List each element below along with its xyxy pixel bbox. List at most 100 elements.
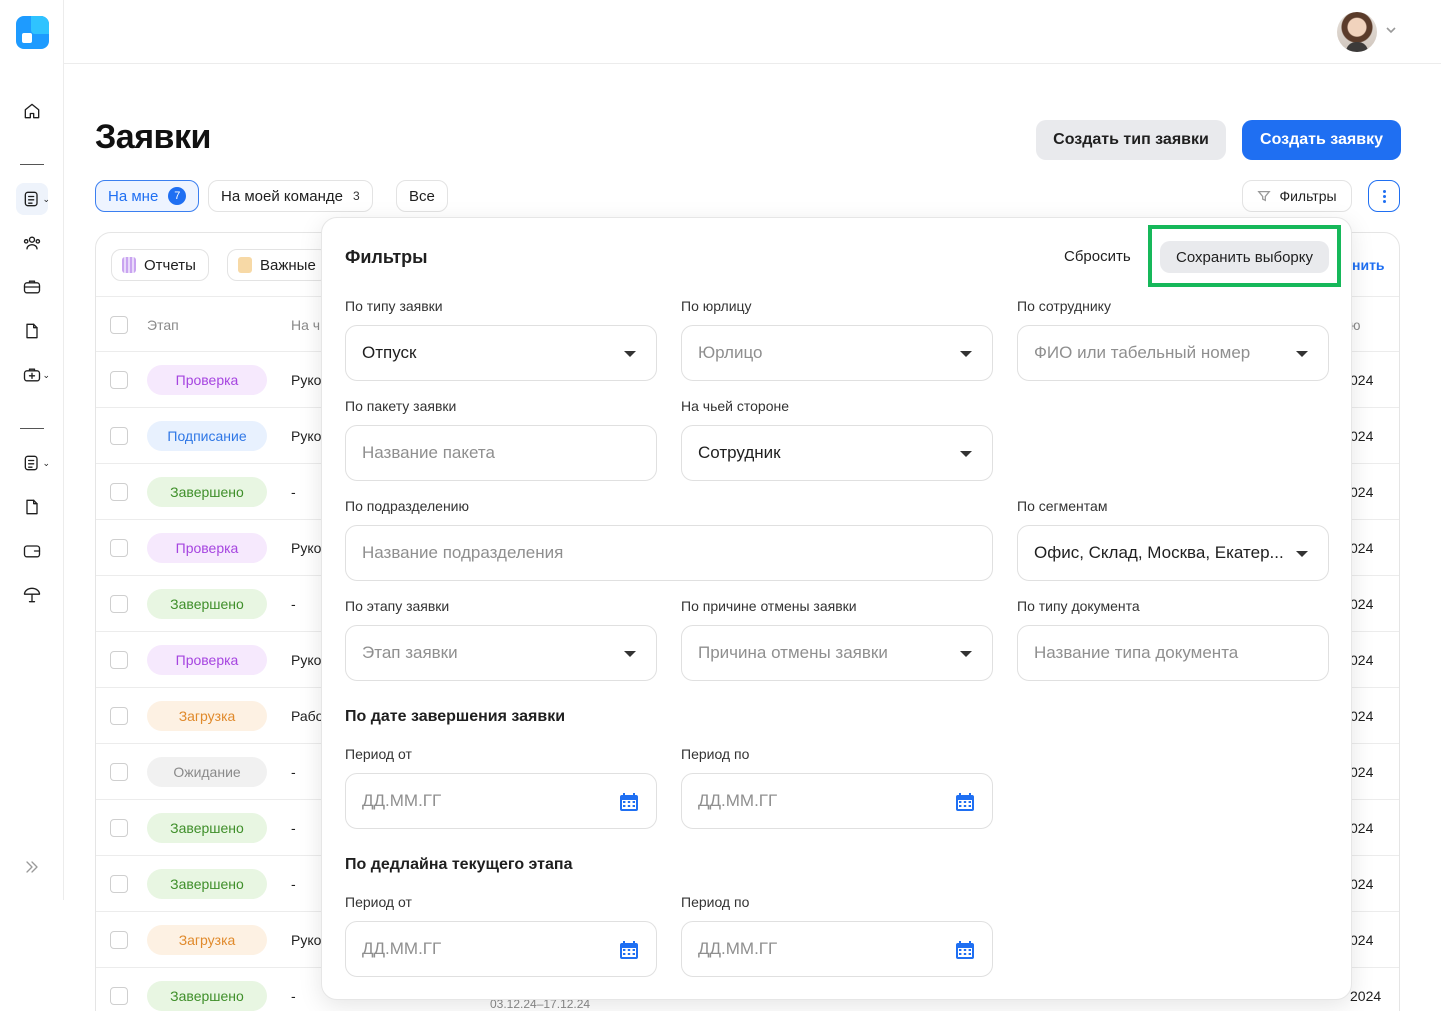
row-assignee: Руко bbox=[291, 932, 322, 948]
deadline-to-label: Период по bbox=[681, 894, 750, 910]
row-assignee: Руко bbox=[291, 372, 322, 388]
stage-select[interactable]: Этап заявки bbox=[345, 625, 657, 681]
request-type-select[interactable]: Отпуск bbox=[345, 325, 657, 381]
tab-all[interactable]: Все bbox=[396, 180, 448, 212]
filters-button[interactable]: Фильтры bbox=[1242, 180, 1352, 212]
employee-select[interactable]: ФИО или табельный номер bbox=[1017, 325, 1329, 381]
create-request-type-button[interactable]: Создать тип заявки bbox=[1036, 120, 1226, 160]
row-checkbox[interactable] bbox=[110, 539, 128, 557]
app-logo[interactable] bbox=[16, 16, 49, 49]
select-placeholder: Юрлицо bbox=[698, 343, 763, 362]
wallet-icon[interactable] bbox=[16, 535, 48, 567]
completion-to-date-input[interactable]: ДД.ММ.ГГ bbox=[681, 773, 993, 829]
more-options-icon[interactable] bbox=[1368, 180, 1400, 212]
expand-sidebar-icon[interactable] bbox=[16, 851, 48, 883]
calendar-icon[interactable] bbox=[618, 791, 640, 813]
bookmark-icon bbox=[238, 257, 252, 273]
team-icon[interactable] bbox=[16, 227, 48, 259]
stage-badge: Ожидание bbox=[147, 757, 267, 787]
dropdown-caret-icon bbox=[624, 351, 636, 357]
row-date: 024 bbox=[1350, 428, 1374, 444]
tab-on-me[interactable]: На мне 7 bbox=[95, 180, 200, 212]
segments-select[interactable]: Офис, Склад, Москва, Екатер... bbox=[1017, 525, 1329, 581]
row-assignee: Рабо bbox=[291, 708, 324, 724]
sidebar-divider bbox=[20, 164, 44, 165]
doc-type-input[interactable]: Название типа документа bbox=[1017, 625, 1329, 681]
deadline-to-date-input[interactable]: ДД.ММ.ГГ bbox=[681, 921, 993, 977]
legal-entity-select[interactable]: Юрлицо bbox=[681, 325, 993, 381]
stage-badge: Загрузка bbox=[147, 925, 267, 955]
home-icon[interactable] bbox=[16, 95, 48, 127]
row-date: 024 bbox=[1350, 540, 1374, 556]
calendar-icon[interactable] bbox=[618, 939, 640, 961]
row-date: 024 bbox=[1350, 652, 1374, 668]
chevron-down-icon[interactable] bbox=[1383, 22, 1399, 38]
stage-badge: Завершено bbox=[147, 477, 267, 507]
tab-label: На моей команде bbox=[221, 187, 343, 205]
reports-icon bbox=[122, 257, 136, 273]
file-icon[interactable] bbox=[16, 491, 48, 523]
row-checkbox[interactable] bbox=[110, 595, 128, 613]
row-date: 2024 bbox=[1350, 988, 1382, 1004]
filter-label-doc-type: По типу документа bbox=[1017, 598, 1140, 614]
stage-badge: Завершено bbox=[147, 869, 267, 899]
row-assignee: - bbox=[291, 876, 296, 892]
select-all-checkbox[interactable] bbox=[110, 316, 128, 334]
filter-label-type: По типу заявки bbox=[345, 298, 443, 314]
package-input[interactable]: Название пакета bbox=[345, 425, 657, 481]
chevron-down-icon: ⌄ bbox=[42, 458, 50, 468]
dropdown-caret-icon bbox=[624, 651, 636, 657]
input-placeholder: ДД.ММ.ГГ bbox=[362, 791, 442, 810]
row-checkbox[interactable] bbox=[110, 427, 128, 445]
dropdown-caret-icon bbox=[1296, 551, 1308, 557]
stage-badge: Завершено bbox=[147, 981, 267, 1011]
input-placeholder: ДД.ММ.ГГ bbox=[698, 791, 778, 810]
filters-button-label: Фильтры bbox=[1279, 188, 1337, 204]
filter-label-legal: По юрлицу bbox=[681, 298, 752, 314]
department-input[interactable]: Название подразделения bbox=[345, 525, 993, 581]
document-icon[interactable] bbox=[16, 315, 48, 347]
side-select[interactable]: Сотрудник bbox=[681, 425, 993, 481]
vacation-umbrella-icon[interactable] bbox=[16, 579, 48, 611]
cancel-reason-select[interactable]: Причина отмены заявки bbox=[681, 625, 993, 681]
row-checkbox[interactable] bbox=[110, 819, 128, 837]
row-checkbox[interactable] bbox=[110, 371, 128, 389]
briefcase-icon[interactable] bbox=[16, 271, 48, 303]
reset-filters-button[interactable]: Сбросить bbox=[1064, 248, 1131, 265]
medical-case-icon[interactable]: ⌄ bbox=[16, 359, 50, 391]
dropdown-caret-icon bbox=[960, 351, 972, 357]
row-checkbox[interactable] bbox=[110, 707, 128, 725]
row-checkbox[interactable] bbox=[110, 483, 128, 501]
filter-label-employee: По сотруднику bbox=[1017, 298, 1111, 314]
select-placeholder: ФИО или табельный номер bbox=[1034, 343, 1251, 362]
deadline-from-label: Период от bbox=[345, 894, 412, 910]
input-placeholder: ДД.ММ.ГГ bbox=[698, 939, 778, 958]
chip-important[interactable]: Важные bbox=[227, 249, 329, 281]
row-checkbox[interactable] bbox=[110, 987, 128, 1005]
completion-from-date-input[interactable]: ДД.ММ.ГГ bbox=[345, 773, 657, 829]
chip-reports[interactable]: Отчеты bbox=[111, 249, 209, 281]
filter-label-stage: По этапу заявки bbox=[345, 598, 450, 614]
sidebar: ⌄ ⌄ ⌄ bbox=[0, 0, 64, 900]
row-checkbox[interactable] bbox=[110, 763, 128, 781]
input-placeholder: ДД.ММ.ГГ bbox=[362, 939, 442, 958]
calendar-icon[interactable] bbox=[954, 791, 976, 813]
completion-from-label: Период от bbox=[345, 746, 412, 762]
row-date: 024 bbox=[1350, 372, 1374, 388]
tab-label: На мне bbox=[108, 187, 159, 205]
user-avatar[interactable] bbox=[1337, 12, 1377, 52]
row-checkbox[interactable] bbox=[110, 651, 128, 669]
requests-list-icon[interactable]: ⌄ bbox=[16, 183, 50, 215]
filters-panel: Фильтры Сбросить Сохранить выборку По ти… bbox=[321, 217, 1352, 1000]
tab-my-team[interactable]: На моей команде 3 bbox=[208, 180, 373, 212]
column-header-stage: Этап bbox=[147, 317, 179, 333]
card-action-link[interactable]: нить bbox=[1352, 257, 1385, 273]
deadline-from-date-input[interactable]: ДД.ММ.ГГ bbox=[345, 921, 657, 977]
calendar-icon[interactable] bbox=[954, 939, 976, 961]
row-checkbox[interactable] bbox=[110, 931, 128, 949]
row-checkbox[interactable] bbox=[110, 875, 128, 893]
list-icon[interactable]: ⌄ bbox=[16, 447, 50, 479]
stage-badge: Завершено bbox=[147, 813, 267, 843]
create-request-button[interactable]: Создать заявку bbox=[1242, 120, 1401, 160]
column-header-assignee: На ч bbox=[291, 317, 321, 333]
